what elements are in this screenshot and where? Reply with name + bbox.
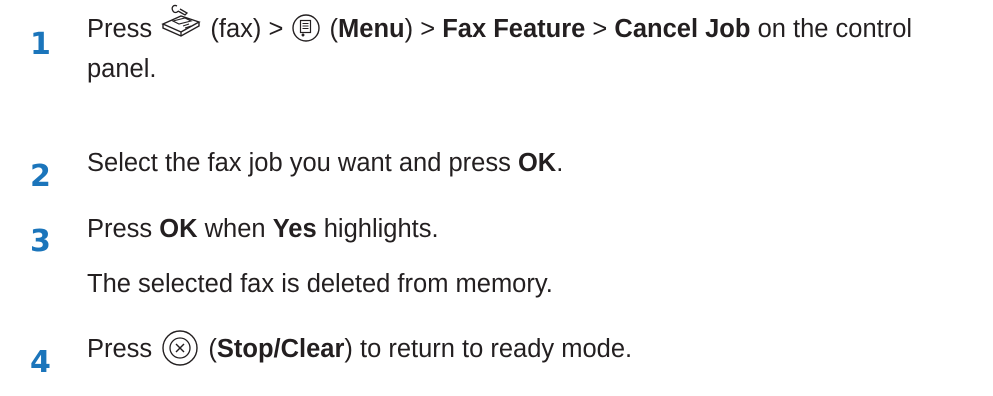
step-text-part: . bbox=[556, 149, 564, 177]
step-text: Press OK when Yes highlights. bbox=[87, 210, 973, 248]
step-text-part: ) to return to ready mode. bbox=[344, 335, 633, 363]
fax-icon bbox=[159, 2, 203, 42]
step-text-part: Press bbox=[87, 335, 153, 363]
step-note: The selected fax is deleted from memory. bbox=[87, 270, 553, 298]
step-text-part: Select the fax job you want and press bbox=[87, 149, 511, 177]
step-text-part: ( bbox=[208, 335, 217, 363]
stop-clear-label: Stop/Clear bbox=[216, 335, 345, 363]
step-text: Select the fax job you want and press OK… bbox=[87, 144, 973, 182]
fax-feature-label: Fax Feature bbox=[442, 15, 586, 43]
step-text-part: on the control bbox=[757, 15, 913, 43]
cancel-job-label: Cancel Job bbox=[614, 15, 751, 43]
step-text-part: ( bbox=[329, 15, 339, 43]
menu-label: Menu bbox=[338, 15, 405, 43]
step-number: 3 bbox=[30, 224, 51, 259]
step-text-part: when bbox=[204, 215, 266, 243]
step-number: 1 bbox=[30, 27, 51, 62]
step-text-part: (fax) > bbox=[210, 15, 284, 43]
step-number: 4 bbox=[30, 345, 51, 380]
step-number: 2 bbox=[30, 159, 51, 194]
step-text-part: highlights. bbox=[323, 215, 439, 243]
step-text-part: ) > bbox=[404, 15, 436, 43]
menu-icon bbox=[291, 13, 321, 43]
step-text-part: > bbox=[592, 15, 608, 43]
step-text-part: Press bbox=[87, 215, 153, 243]
step-text: Press (Stop/Clear) to return to ready mo… bbox=[87, 330, 973, 369]
stop-clear-icon bbox=[161, 329, 199, 367]
step-text-part: Press bbox=[87, 15, 153, 43]
ok-label: OK bbox=[517, 149, 557, 177]
yes-label: Yes bbox=[272, 215, 317, 243]
step-text: Press (fax) > (Menu) > Fax Feature > Can… bbox=[87, 5, 973, 88]
step-text-part: panel. bbox=[87, 55, 157, 84]
ok-label: OK bbox=[159, 215, 198, 243]
